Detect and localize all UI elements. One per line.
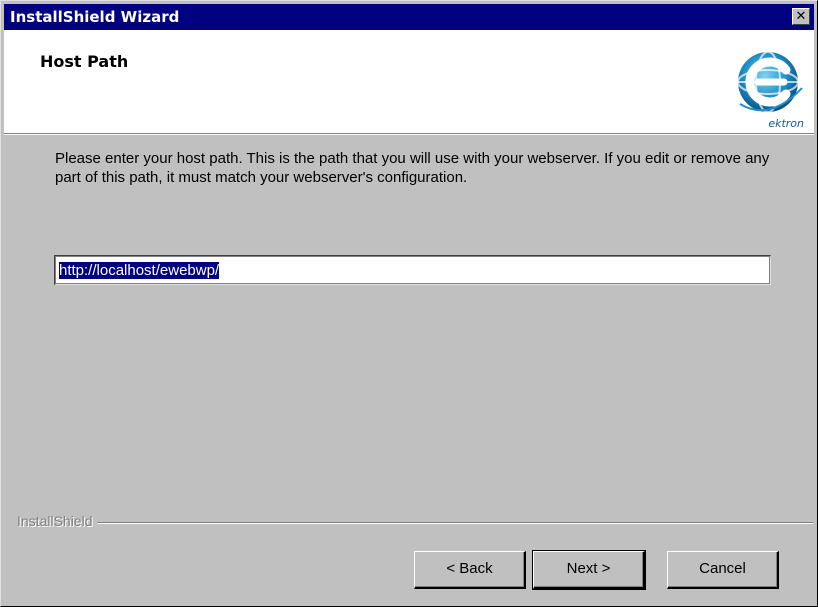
title-bar[interactable]: InstallShield Wizard ✕ <box>4 4 814 30</box>
installshield-wizard-window: InstallShield Wizard ✕ Host Path ektron … <box>0 0 818 607</box>
ektron-globe-icon <box>737 51 803 113</box>
next-button[interactable]: Next > <box>532 550 646 590</box>
instructions-text: Please enter your host path. This is the… <box>55 150 770 186</box>
window-title: InstallShield Wizard <box>10 8 180 26</box>
close-icon: ✕ <box>795 9 807 24</box>
back-button[interactable]: < Back <box>414 551 526 589</box>
logo-text: ektron <box>768 117 804 130</box>
host-path-input[interactable]: http://localhost/ewebwp/ <box>54 255 771 285</box>
host-path-value: http://localhost/ewebwp/ <box>59 262 220 279</box>
wizard-header: Host Path ektron <box>4 30 814 135</box>
installshield-label: InstallShield <box>17 513 97 529</box>
ektron-logo-icon: ektron <box>734 44 806 130</box>
footer-divider <box>17 522 813 524</box>
page-title: Host Path <box>40 52 129 71</box>
close-button[interactable]: ✕ <box>792 8 810 25</box>
cancel-button[interactable]: Cancel <box>667 551 779 589</box>
